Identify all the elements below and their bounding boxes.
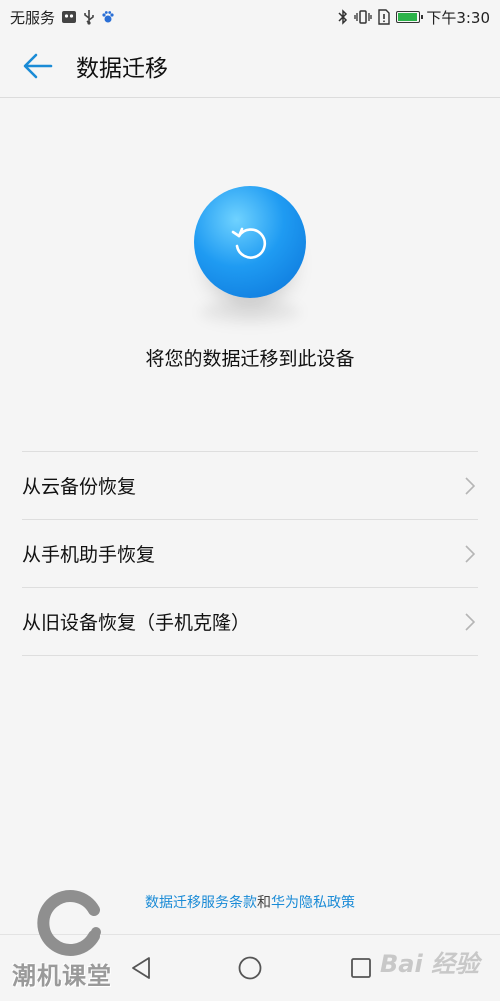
orb-shadow <box>200 300 300 324</box>
option-label: 从旧设备恢复（手机克隆） <box>22 612 251 634</box>
notification-app-icon <box>61 10 77 24</box>
and-text: 和 <box>257 895 271 911</box>
carrier-text: 无服务 <box>10 8 56 27</box>
chevron-right-icon <box>462 475 478 497</box>
nav-home-button[interactable] <box>235 953 265 983</box>
restore-options-list: 从云备份恢复 从手机助手恢复 从旧设备恢复（手机克隆） <box>22 451 478 656</box>
terms-link[interactable]: 数据迁移服务条款 <box>145 895 257 911</box>
nav-home-icon <box>238 956 262 980</box>
option-cloud-backup[interactable]: 从云备份恢复 <box>22 452 478 520</box>
chevron-right-icon <box>462 611 478 633</box>
battery-level <box>398 13 418 21</box>
option-phone-assistant[interactable]: 从手机助手恢复 <box>22 520 478 588</box>
vibrate-icon <box>354 9 372 25</box>
watermark-left-text: 潮机课堂 <box>12 962 112 990</box>
nav-recents-button[interactable] <box>346 953 376 983</box>
battery-icon <box>396 11 424 23</box>
option-label: 从云备份恢复 <box>22 476 137 498</box>
option-label: 从手机助手恢复 <box>22 544 156 566</box>
sim-alert-icon <box>378 9 391 25</box>
status-left: 无服务 <box>10 7 115 28</box>
watermark-right: Bai 经验 <box>380 950 480 978</box>
hero-text: 将您的数据迁移到此设备 <box>145 348 355 370</box>
bluetooth-icon <box>338 9 348 25</box>
status-right: 下午3:30 <box>338 7 490 28</box>
hero-orb <box>194 186 306 298</box>
privacy-link[interactable]: 华为隐私政策 <box>271 895 355 911</box>
back-button[interactable] <box>18 46 58 86</box>
page-title: 数据迁移 <box>76 55 168 82</box>
paw-app-icon <box>101 10 115 24</box>
restore-refresh-icon <box>231 227 267 259</box>
nav-back-icon <box>132 957 150 979</box>
watermark-logo-icon <box>37 890 101 956</box>
watermark-left: 潮机课堂 <box>12 888 132 990</box>
chevron-right-icon <box>462 543 478 565</box>
back-arrow-icon <box>23 53 53 78</box>
option-old-device-clone[interactable]: 从旧设备恢复（手机克隆） <box>22 588 478 656</box>
usb-icon <box>83 9 95 25</box>
nav-recents-icon <box>351 958 371 978</box>
app-header: 数据迁移 <box>0 34 500 98</box>
status-bar: 无服务 下午3:30 <box>0 0 500 34</box>
clock-text: 下午3:30 <box>426 8 490 27</box>
